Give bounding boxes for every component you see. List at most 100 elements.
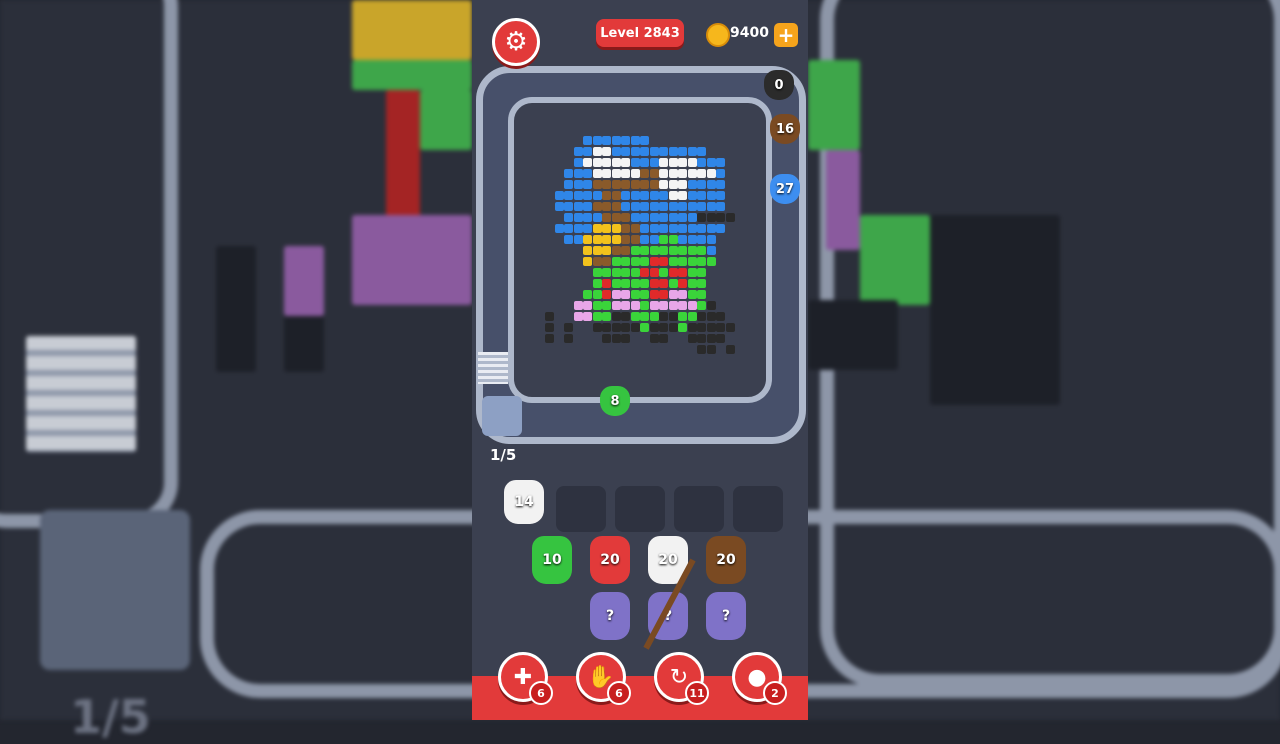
- pixel-block: [611, 312, 621, 321]
- pixel-block: [697, 169, 706, 178]
- pixel-block: [649, 301, 659, 310]
- queue-counter: 1/5: [490, 446, 517, 464]
- pixel-block: [649, 312, 659, 321]
- pixel-block: [668, 246, 678, 255]
- pixel-block: [678, 279, 687, 288]
- pixel-block: [611, 202, 621, 211]
- pixel-block: [583, 290, 592, 299]
- pixel-block: [630, 191, 640, 200]
- pixel-block: [564, 235, 573, 244]
- conveyor-pig: 0: [764, 70, 794, 100]
- pixel-block: [621, 169, 630, 178]
- pixel-block: [697, 246, 706, 255]
- pixel-block: [668, 268, 678, 277]
- holding-slot[interactable]: [615, 486, 665, 532]
- pig-count: 14: [514, 494, 534, 510]
- slot-pig[interactable]: 14: [504, 480, 544, 524]
- pixel-block: [668, 301, 678, 310]
- pixel-block: [659, 268, 668, 277]
- pixel-block: [697, 213, 706, 222]
- pixel-block: [592, 246, 602, 255]
- pixel-block: [640, 301, 649, 310]
- pixel-block: [592, 158, 602, 167]
- add-coins-button[interactable]: +: [774, 23, 798, 47]
- pixel-block: [602, 290, 611, 299]
- pixel-block: [564, 323, 573, 332]
- pixel-block: [611, 147, 621, 156]
- shuffle-button[interactable]: ↻ 11: [654, 652, 709, 705]
- pixel-block: [630, 213, 640, 222]
- pixel-block: [659, 334, 668, 343]
- add-slot-button[interactable]: ✚ 6: [498, 652, 553, 705]
- holding-slot[interactable]: [733, 486, 783, 532]
- pixel-block: [649, 323, 659, 332]
- pixel-block: [573, 191, 583, 200]
- pixel-block: [687, 290, 697, 299]
- pixel-block: [678, 169, 687, 178]
- pixel-block: [592, 202, 602, 211]
- pixel-block: [649, 158, 659, 167]
- column-pig[interactable]: 10: [532, 536, 572, 584]
- pixel-block: [640, 158, 649, 167]
- pixel-block: [678, 301, 687, 310]
- pixel-block: [687, 301, 697, 310]
- mystery-pig: ?: [590, 592, 630, 640]
- column-pig[interactable]: 20: [706, 536, 746, 584]
- pixel-block: [583, 235, 592, 244]
- pixel-block: [659, 169, 668, 178]
- pixel-block: [611, 301, 621, 310]
- hand-button[interactable]: ✋ 6: [576, 652, 631, 705]
- pixel-block: [621, 235, 630, 244]
- pig-count: 16: [775, 121, 795, 137]
- pixel-block: [621, 246, 630, 255]
- holding-slot[interactable]: 14: [500, 480, 550, 532]
- pixel-block: [640, 268, 649, 277]
- pixel-block: [592, 213, 602, 222]
- pixel-block: [583, 202, 592, 211]
- pixel-block: [592, 191, 602, 200]
- column-pig[interactable]: 20: [590, 536, 630, 584]
- pig-count: 0: [774, 77, 784, 93]
- pixel-block: [678, 246, 687, 255]
- pixel-block: [630, 301, 640, 310]
- pixel-block: [649, 180, 659, 189]
- holding-slot[interactable]: [674, 486, 724, 532]
- pixel-block: [573, 224, 583, 233]
- pixel-block: [583, 180, 592, 189]
- pixel-block: [554, 202, 564, 211]
- pixel-block: [621, 191, 630, 200]
- pixel-block: [649, 268, 659, 277]
- holding-slot[interactable]: [556, 486, 606, 532]
- pixel-block: [687, 334, 697, 343]
- pixel-block: [621, 180, 630, 189]
- pixel-block: [602, 257, 611, 266]
- pixel-block: [640, 169, 649, 178]
- pixel-block: [602, 279, 611, 288]
- pixel-block: [716, 312, 725, 321]
- pixel-block: [659, 158, 668, 167]
- pixel-block: [545, 334, 554, 343]
- settings-button[interactable]: ⚙: [492, 18, 540, 66]
- pixel-block: [602, 180, 611, 189]
- pixel-block: [554, 191, 564, 200]
- pixel-block: [706, 202, 716, 211]
- pixel-block: [592, 257, 602, 266]
- pixel-block: [640, 191, 649, 200]
- pixel-block: [602, 301, 611, 310]
- conveyor-pig: 27: [770, 174, 800, 204]
- pixel-block: [649, 290, 659, 299]
- pixel-block: [725, 213, 735, 222]
- pixel-block: [611, 136, 621, 145]
- pixel-block: [706, 323, 716, 332]
- pixel-block: [687, 268, 697, 277]
- pixel-block: [659, 180, 668, 189]
- pig-button[interactable]: ● 2: [732, 652, 787, 705]
- pixel-block: [678, 191, 687, 200]
- pixel-block: [668, 147, 678, 156]
- pixel-block: [573, 180, 583, 189]
- pixel-block: [640, 136, 649, 145]
- pixel-block: [659, 257, 668, 266]
- coin-icon: [706, 23, 730, 47]
- pixel-block: [611, 279, 621, 288]
- pixel-block: [640, 323, 649, 332]
